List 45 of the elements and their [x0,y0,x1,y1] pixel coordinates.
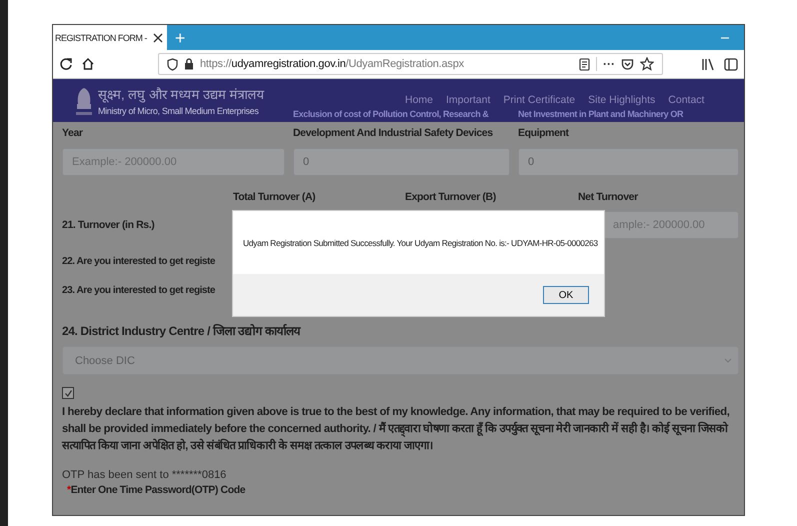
question-label: 22. Are you interested to get registe [62,256,216,267]
column-heading: Total Turnover (A) [233,191,316,203]
column-heading: Equipment [518,127,569,139]
dic-label: 24. District Industry Centre / जिला उद्योग कार्यालय [62,323,302,339]
declaration-text: I hereby declare that information given above is true to the best of my knowledge. Any information, that may be required to be verified, shall be provided immediately before the concerned authority. / मैं एतद्द्वारा घोषणा करता हूँ कि उपर्युक्त सूचना मेरी जानकारी में सही है। कोई सूचना जिसको सत्यापित किया जाना अपेक्षित हो, उसे संबंधित प्राधिकारी के समक्ष तत्काल उपलब्ध कराया जाएगा। [62,405,730,454]
reload-icon[interactable] [59,57,73,71]
otp-sent-message: OTP has been sent to *******0816 [62,469,228,481]
declaration-checkbox[interactable] [62,387,74,399]
amount-field[interactable]: 0 [518,148,739,176]
tab-title: REGISTRATION FORM - [55,32,147,42]
question-label: 23. Are you interested to get registe [62,285,216,296]
shield-icon[interactable] [167,58,178,70]
home-icon[interactable] [81,57,95,71]
nav-link[interactable]: Important [446,94,490,106]
reader-view-icon[interactable] [579,58,590,70]
chevron-down-icon [724,358,732,363]
library-icon[interactable] [701,58,716,70]
sidebar-icon[interactable] [724,58,738,70]
column-heading: Net Investment in Plant and Machinery OR [518,109,684,119]
nav-link[interactable]: Print Certificate [503,94,576,106]
column-heading: Net Turnover [578,191,638,203]
new-tab-button[interactable]: + [174,28,186,48]
star-icon[interactable] [640,57,654,71]
nav-link[interactable]: Contact [668,94,704,106]
ministry-hindi-title: सूक्ष्म, लघु और मध्यम उद्यम मंत्रालय [98,86,265,103]
amount-field[interactable]: 0 [293,148,510,176]
lock-icon [184,58,194,70]
turnover-label: 21. Turnover (in Rs.) [62,219,154,231]
pocket-icon[interactable] [621,58,634,70]
column-heading: Development And Industrial Safety Devices [293,127,493,139]
column-heading: Exclusion of cost of Pollution Control, Research & [293,109,489,119]
close-icon[interactable] [152,32,163,42]
nav-link[interactable]: Home [405,94,434,106]
more-actions-button[interactable]: ··· [603,57,615,71]
browser-tab[interactable]: REGISTRATION FORM - [53,25,167,50]
dialog-message: Udyam Registration Submitted Successfully. Your Udyam Registration No. is:- UDYAM-HR-05-0000263 [243,238,598,248]
url-text: https://udyamregistration.gov.in/UdyamRegistration.aspx [200,58,464,70]
ministry-title: Ministry of Micro, Small Medium Enterprises [98,106,260,116]
otp-label: *Enter One Time Password(OTP) Code [66,484,246,496]
column-heading: Export Turnover (B) [405,191,496,203]
nav-link[interactable]: Site Highlights [588,94,656,106]
address-bar[interactable]: https://udyamregistration.gov.in/UdyamRegistration.aspx ··· [158,53,663,75]
ok-button[interactable]: OK [543,286,589,304]
dic-dropdown[interactable]: Choose DIC [62,346,739,375]
column-heading: Year [62,127,83,139]
